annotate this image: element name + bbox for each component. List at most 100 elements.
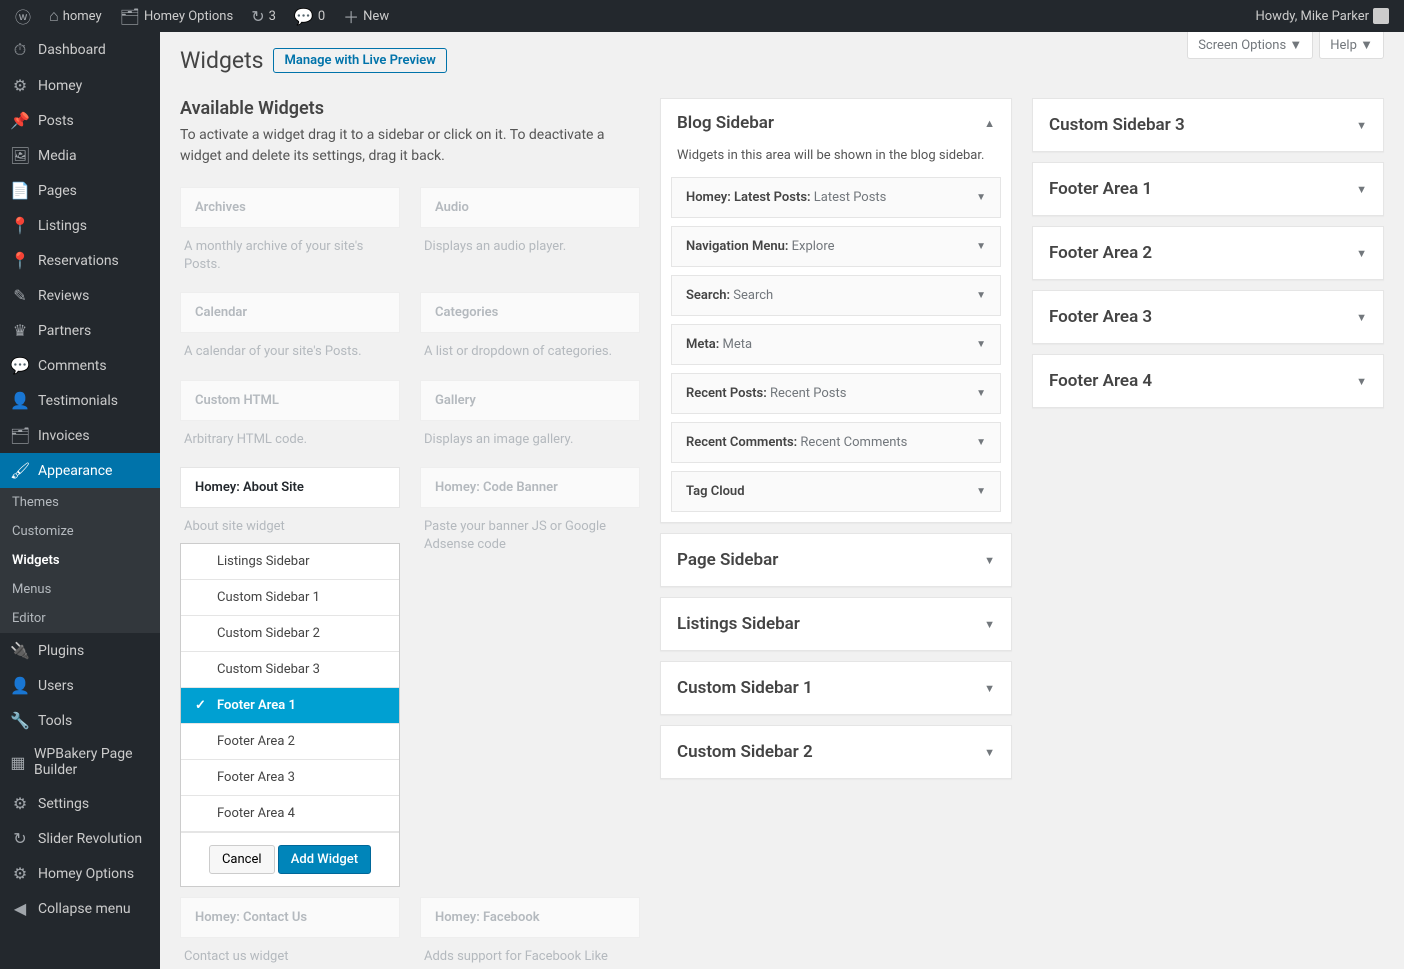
menu-item[interactable]: 👤 Testimonials: [0, 383, 160, 418]
chevron-down-icon: ▼: [976, 388, 986, 399]
chevron-down-icon: ▼: [1356, 375, 1367, 388]
menu-item[interactable]: ◀Collapse menu: [0, 891, 160, 926]
chooser-item[interactable]: Footer Area 4: [181, 796, 399, 832]
widget-title: Homey: About Site: [180, 467, 400, 508]
menu-item[interactable]: ▦WPBakery Page Builder: [0, 738, 160, 786]
menu-item[interactable]: 📌Posts: [0, 103, 160, 138]
submenu-item[interactable]: Customize: [0, 517, 160, 546]
sidebar-area[interactable]: Custom Sidebar 2▼: [660, 725, 1012, 779]
chevron-down-icon: ▼: [1356, 311, 1367, 324]
new-link[interactable]: ＋New: [336, 0, 396, 32]
menu-label: Homey Options: [38, 866, 134, 882]
widget-desc: A monthly archive of your site's Posts.: [180, 228, 400, 282]
available-widget[interactable]: CalendarA calendar of your site's Posts.: [180, 292, 400, 369]
chevron-down-icon: ▼: [984, 618, 995, 631]
sidebar-area[interactable]: Custom Sidebar 3▼: [1032, 98, 1384, 152]
menu-item[interactable]: ⏱Dashboard: [0, 32, 160, 68]
homey-options-link[interactable]: 🗂Homey Options: [113, 0, 241, 32]
available-widget[interactable]: CategoriesA list or dropdown of categori…: [420, 292, 640, 369]
available-widget[interactable]: Homey: FacebookAdds support for Facebook…: [420, 897, 640, 969]
chooser-item[interactable]: Footer Area 3: [181, 760, 399, 796]
chooser-item[interactable]: Custom Sidebar 2: [181, 616, 399, 652]
available-widget[interactable]: GalleryDisplays an image gallery.: [420, 380, 640, 457]
menu-item[interactable]: 📍Reservations: [0, 243, 160, 278]
menu-item[interactable]: 👤Users: [0, 668, 160, 703]
widget-desc: Displays an audio player.: [420, 228, 640, 264]
howdy-link[interactable]: Howdy, Mike Parker: [1248, 0, 1396, 32]
sidebar-area[interactable]: Footer Area 1▼: [1032, 162, 1384, 216]
available-widget[interactable]: AudioDisplays an audio player.: [420, 187, 640, 282]
sidebar-area[interactable]: Footer Area 4▼: [1032, 354, 1384, 408]
placed-widget[interactable]: Meta: Meta▼: [671, 324, 1001, 365]
menu-item[interactable]: ⚙Homey: [0, 68, 160, 103]
menu-item[interactable]: ↻Slider Revolution: [0, 821, 160, 856]
menu-label: Pages: [38, 183, 77, 199]
widget-title: Homey: Contact Us: [180, 897, 400, 938]
chooser-item[interactable]: Custom Sidebar 3: [181, 652, 399, 688]
menu-item[interactable]: ♛Partners: [0, 313, 160, 348]
add-widget-button[interactable]: Add Widget: [278, 845, 371, 874]
screen-options-button[interactable]: Screen Options ▼: [1187, 32, 1313, 59]
menu-item[interactable]: 🗂Invoices: [0, 418, 160, 453]
menu-item[interactable]: 🔌Plugins: [0, 633, 160, 668]
widget-desc: Paste your banner JS or Google Adsense c…: [420, 508, 640, 562]
placed-widget[interactable]: Search: Search▼: [671, 275, 1001, 316]
chooser-item[interactable]: Listings Sidebar: [181, 544, 399, 580]
placed-widget[interactable]: Homey: Latest Posts: Latest Posts▼: [671, 177, 1001, 218]
menu-item[interactable]: ⚙Settings: [0, 786, 160, 821]
chevron-down-icon: ▼: [984, 746, 995, 759]
chevron-down-icon: ▼: [1356, 119, 1367, 132]
available-widget[interactable]: Custom HTMLArbitrary HTML code.: [180, 380, 400, 457]
menu-label: Tools: [38, 713, 72, 729]
sidebar-area[interactable]: Footer Area 3▼: [1032, 290, 1384, 344]
placed-widget[interactable]: Tag Cloud ▼: [671, 471, 1001, 512]
placed-widget[interactable]: Recent Posts: Recent Posts▼: [671, 373, 1001, 414]
menu-label: Partners: [38, 323, 91, 339]
sidebar-area[interactable]: Page Sidebar▼: [660, 533, 1012, 587]
placed-widget[interactable]: Recent Comments: Recent Comments▼: [671, 422, 1001, 463]
submenu-item[interactable]: Menus: [0, 575, 160, 604]
comments-link[interactable]: 💬0: [287, 0, 332, 32]
help-button[interactable]: Help ▼: [1319, 32, 1384, 59]
menu-item[interactable]: 🔧Tools: [0, 703, 160, 738]
chooser-item[interactable]: Custom Sidebar 1: [181, 580, 399, 616]
menu-icon: 👤: [10, 391, 30, 410]
cancel-button[interactable]: Cancel: [209, 845, 275, 874]
submenu: ThemesCustomizeWidgetsMenusEditor: [0, 488, 160, 633]
widget-title: Audio: [420, 187, 640, 228]
menu-item[interactable]: 📍Listings: [0, 208, 160, 243]
menu-icon: 📍: [10, 251, 30, 270]
available-widget[interactable]: Homey: Contact UsContact us widget: [180, 897, 400, 969]
menu-item-appearance[interactable]: 🖌Appearance: [0, 453, 160, 488]
available-widget[interactable]: ArchivesA monthly archive of your site's…: [180, 187, 400, 282]
menu-item[interactable]: ✎Reviews: [0, 278, 160, 313]
menu-icon: ▦: [10, 753, 26, 772]
sidebar-area[interactable]: Custom Sidebar 1▼: [660, 661, 1012, 715]
chooser-item[interactable]: Footer Area 1: [181, 688, 399, 724]
chooser-item[interactable]: Footer Area 2: [181, 724, 399, 760]
updates-link[interactable]: ↻3: [244, 0, 283, 32]
live-preview-button[interactable]: Manage with Live Preview: [273, 48, 446, 73]
sidebar-area[interactable]: Footer Area 2▼: [1032, 226, 1384, 280]
widget-desc: Arbitrary HTML code.: [180, 421, 400, 457]
area-head[interactable]: Blog Sidebar▲: [661, 99, 1011, 147]
menu-item[interactable]: 📄Pages: [0, 173, 160, 208]
wp-logo[interactable]: ⓦ: [8, 0, 38, 32]
menu-label: Testimonials: [38, 393, 118, 409]
widget-title: Homey: Facebook: [420, 897, 640, 938]
site-link[interactable]: ⌂homey: [42, 0, 109, 32]
menu-item[interactable]: 💬Comments: [0, 348, 160, 383]
submenu-item[interactable]: Editor: [0, 604, 160, 633]
submenu-item[interactable]: Widgets: [0, 546, 160, 575]
menu-icon: 🖼: [10, 146, 30, 165]
menu-label: Posts: [38, 113, 74, 129]
placed-widget[interactable]: Navigation Menu: Explore▼: [671, 226, 1001, 267]
available-widget[interactable]: Homey: About SiteAbout site widgetListin…: [180, 467, 400, 887]
chevron-down-icon: ▼: [976, 241, 986, 252]
available-widget[interactable]: Homey: Code BannerPaste your banner JS o…: [420, 467, 640, 887]
submenu-item[interactable]: Themes: [0, 488, 160, 517]
sidebar-area[interactable]: Listings Sidebar▼: [660, 597, 1012, 651]
widget-desc: Displays an image gallery.: [420, 421, 640, 457]
menu-item[interactable]: 🖼Media: [0, 138, 160, 173]
menu-item[interactable]: ⚙Homey Options: [0, 856, 160, 891]
